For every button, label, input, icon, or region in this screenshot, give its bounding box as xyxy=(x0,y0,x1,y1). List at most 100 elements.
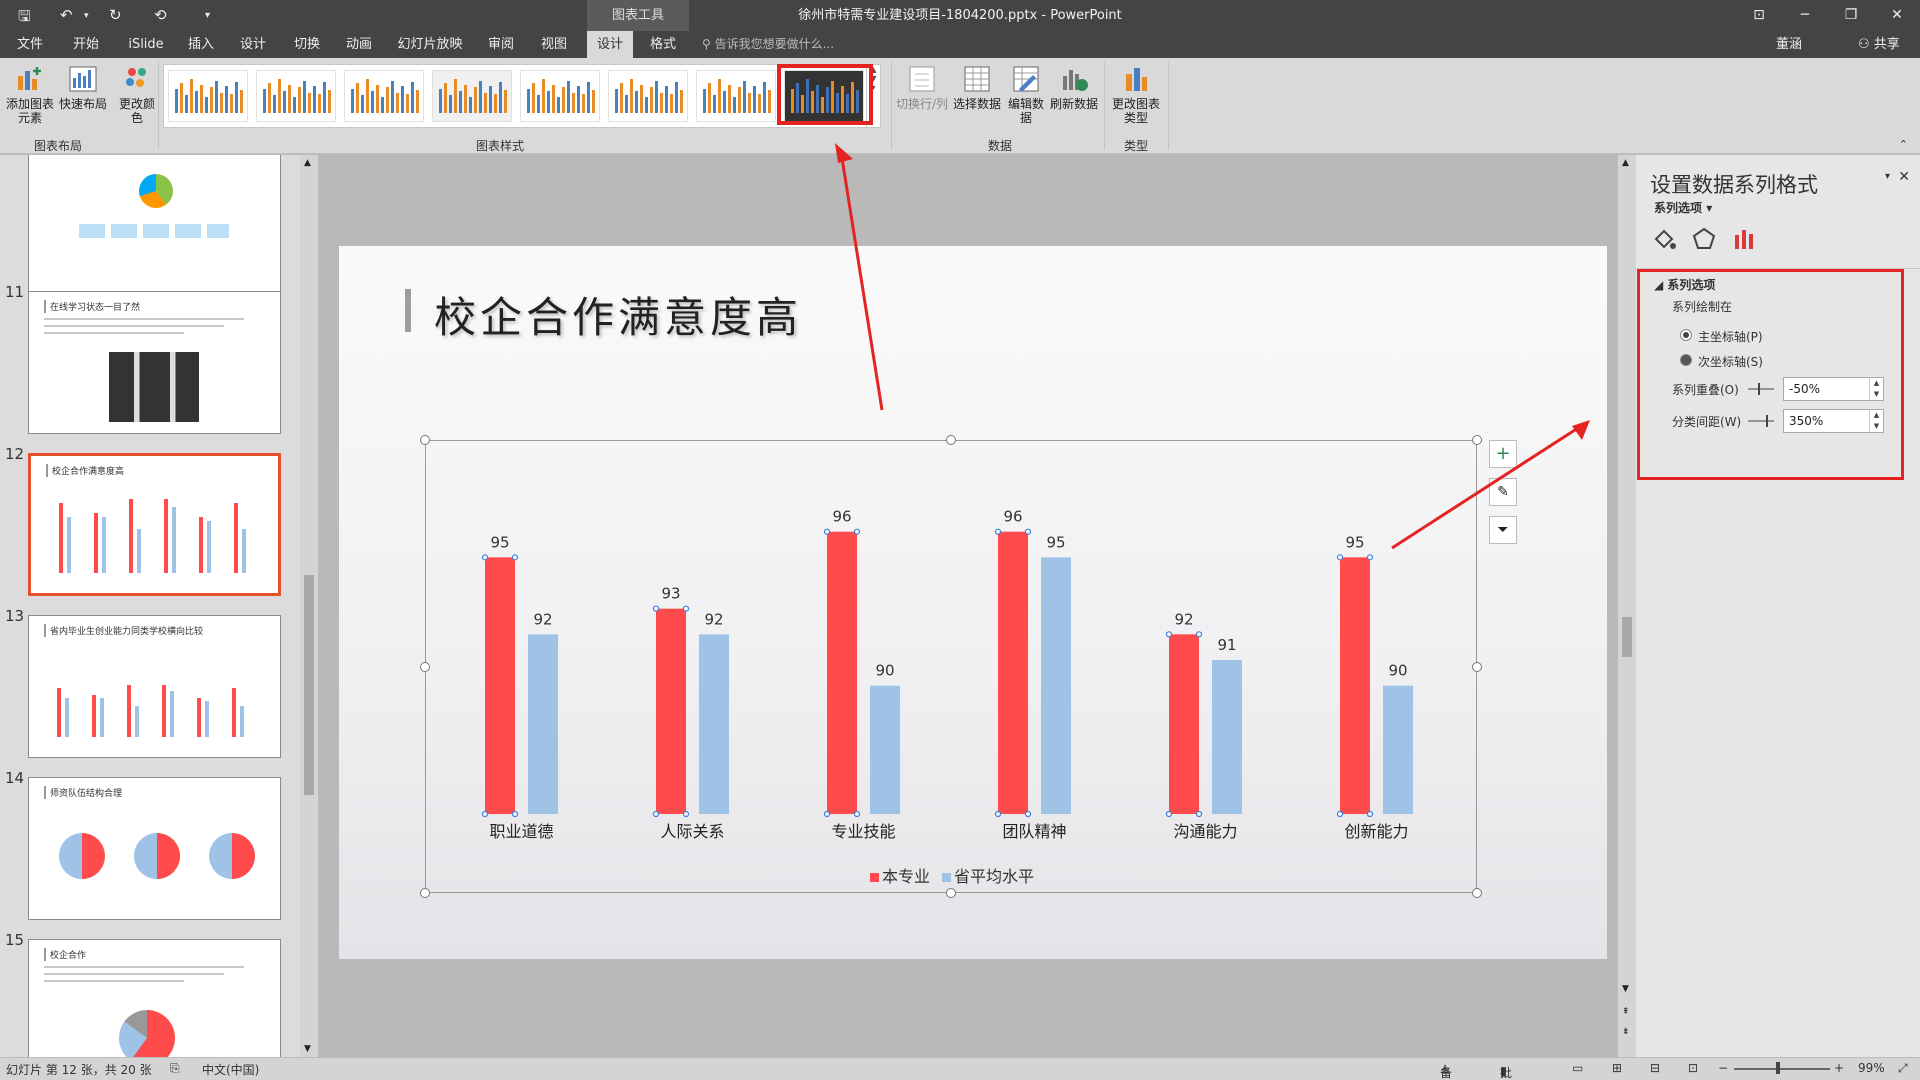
change-colors-button[interactable]: 更改颜色 xyxy=(116,64,158,125)
tab-insert[interactable]: 插入 xyxy=(180,31,222,58)
bar-selection-handle[interactable] xyxy=(652,605,660,612)
tab-home[interactable]: 开始 xyxy=(64,31,108,58)
bar-selection-handle[interactable] xyxy=(1366,554,1374,561)
chart-style-6[interactable] xyxy=(608,70,688,122)
reading-view-icon[interactable]: ⊟ xyxy=(1650,1061,1660,1075)
tab-animations[interactable]: 动画 xyxy=(338,31,380,58)
chart-elements-plus-icon[interactable]: + xyxy=(1489,440,1517,468)
bar-selection-handle[interactable] xyxy=(511,554,519,561)
bar-selection-handle[interactable] xyxy=(481,554,489,561)
user-name[interactable]: 董涵 xyxy=(1776,31,1802,58)
resize-handle[interactable] xyxy=(1472,435,1482,445)
bar-selection-handle[interactable] xyxy=(1195,631,1203,638)
data-label[interactable]: 91 xyxy=(1217,636,1236,654)
collapse-ribbon-icon[interactable]: ⌃ xyxy=(1899,138,1908,151)
thumbnail-scrollbar[interactable]: ▲ ▼ xyxy=(300,155,318,1057)
slide-scroll-thumb[interactable] xyxy=(1622,617,1632,657)
chart-style-2[interactable] xyxy=(256,70,336,122)
redo-icon[interactable]: ↻ xyxy=(109,6,122,24)
data-label[interactable]: 92 xyxy=(1174,610,1193,628)
slide-thumbnail[interactable]: 校企合作满意度高 xyxy=(28,453,281,596)
chart-style-3[interactable] xyxy=(344,70,424,122)
bar-major-4[interactable] xyxy=(1169,634,1199,814)
slide-thumbnail[interactable]: 师资队伍结构合理 xyxy=(28,777,281,920)
zoom-slider[interactable] xyxy=(1734,1068,1830,1070)
bar-selection-handle[interactable] xyxy=(823,528,831,535)
bar-selection-handle[interactable] xyxy=(481,810,489,818)
slide-thumbnail[interactable] xyxy=(28,155,281,296)
pane-close-icon[interactable]: ✕ xyxy=(1898,169,1910,185)
category-label[interactable]: 专业技能 xyxy=(831,822,895,841)
resize-handle[interactable] xyxy=(946,435,956,445)
pane-series-options-dropdown[interactable]: 系列选项 ▾ xyxy=(1654,199,1712,216)
bar-selection-handle[interactable] xyxy=(994,810,1002,818)
quick-layout-button[interactable]: 快速布局 xyxy=(58,64,108,111)
add-chart-element-button[interactable]: 添加图表元素 xyxy=(4,64,56,125)
bar-province-3[interactable] xyxy=(1041,557,1071,814)
bar-province-2[interactable] xyxy=(870,685,900,814)
data-label[interactable]: 95 xyxy=(1345,533,1364,551)
switch-row-column-button[interactable]: 切换行/列 xyxy=(894,64,950,111)
resize-handle[interactable] xyxy=(420,662,430,672)
data-label[interactable]: 95 xyxy=(490,533,509,551)
undo-icon[interactable]: ↶ xyxy=(60,6,73,24)
slide-thumbnail[interactable]: 省内毕业生创业能力同类学校横向比较 xyxy=(28,615,281,758)
thumbnail-scroll-thumb[interactable] xyxy=(304,575,314,795)
resize-handle[interactable] xyxy=(420,888,430,898)
slide-scroll-up-icon[interactable]: ▲ xyxy=(1622,158,1629,168)
edit-data-button[interactable]: 编辑数据 xyxy=(1004,64,1048,125)
zoom-level[interactable]: 99% xyxy=(1858,1061,1885,1075)
bar-selection-handle[interactable] xyxy=(853,528,861,535)
undo-dropdown-icon[interactable]: ▾ xyxy=(84,11,89,21)
slide-scrollbar[interactable]: ▲ ▼ ⇞ ⇟ xyxy=(1618,155,1636,1057)
series-options-bar-icon[interactable] xyxy=(1730,225,1758,253)
next-slide-icon[interactable]: ⇟ xyxy=(1622,1027,1630,1037)
change-chart-type-button[interactable]: 更改图表类型 xyxy=(1108,64,1164,125)
zoom-out-icon[interactable]: − xyxy=(1718,1061,1728,1075)
share-button[interactable]: ⚇ 共享 xyxy=(1858,31,1900,58)
bar-major-5[interactable] xyxy=(1340,557,1370,814)
chart-styles-brush-icon[interactable]: ✎ xyxy=(1489,478,1517,506)
spellcheck-icon[interactable]: ⎘ xyxy=(170,1061,180,1076)
data-label[interactable]: 93 xyxy=(661,585,680,603)
tab-islide[interactable]: iSlide xyxy=(120,31,172,58)
bar-selection-handle[interactable] xyxy=(1024,528,1032,535)
bar-selection-handle[interactable] xyxy=(652,810,660,818)
previous-slide-icon[interactable]: ⇞ xyxy=(1622,1007,1630,1017)
bar-selection-handle[interactable] xyxy=(823,810,831,818)
data-label[interactable]: 96 xyxy=(832,508,851,526)
bar-major-3[interactable] xyxy=(998,531,1028,814)
slide-sorter-icon[interactable]: ⊞ xyxy=(1612,1061,1622,1075)
normal-view-icon[interactable]: ▭ xyxy=(1572,1061,1583,1075)
minimize-button[interactable]: ─ xyxy=(1782,0,1828,31)
language-indicator[interactable]: 中文(中国) xyxy=(202,1061,259,1078)
ribbon-display-icon[interactable]: ⊡ xyxy=(1736,0,1782,31)
fit-to-window-icon[interactable]: ⤢ xyxy=(1898,1061,1908,1076)
tab-file[interactable]: 文件 xyxy=(8,31,52,58)
refresh-data-button[interactable]: 刷新数据 xyxy=(1048,64,1100,111)
slideshow-view-icon[interactable]: ⊡ xyxy=(1688,1061,1698,1075)
bar-province-0[interactable] xyxy=(528,634,558,814)
bar-major-2[interactable] xyxy=(827,531,857,814)
slide-title[interactable]: 校企合作满意度高 xyxy=(434,284,802,345)
chart-style-1[interactable] xyxy=(168,70,248,122)
bar-selection-handle[interactable] xyxy=(1336,810,1344,818)
bar-selection-handle[interactable] xyxy=(1165,810,1173,818)
legend-swatch[interactable] xyxy=(870,873,879,882)
legend-label[interactable]: 省平均水平 xyxy=(954,867,1034,886)
pane-options-icon[interactable]: ▾ xyxy=(1885,171,1890,182)
slide-counter[interactable]: 幻灯片 第 12 张，共 20 张 xyxy=(6,1061,152,1078)
resize-handle[interactable] xyxy=(1472,662,1482,672)
category-label[interactable]: 创新能力 xyxy=(1344,822,1408,841)
slide-thumbnail[interactable]: 在线学习状态一目了然 xyxy=(28,291,281,434)
bar-selection-handle[interactable] xyxy=(1024,810,1032,818)
bar-selection-handle[interactable] xyxy=(1366,810,1374,818)
tab-design[interactable]: 设计 xyxy=(232,31,274,58)
effects-pentagon-icon[interactable] xyxy=(1690,225,1718,253)
zoom-slider-thumb[interactable] xyxy=(1776,1062,1780,1074)
data-label[interactable]: 96 xyxy=(1003,508,1022,526)
bar-selection-handle[interactable] xyxy=(511,810,519,818)
close-button[interactable]: ✕ xyxy=(1874,0,1920,31)
bar-selection-handle[interactable] xyxy=(1195,810,1203,818)
bar-chart[interactable]: 95 92 职业道德 93 92 人际关系 96 90 专业技能 96 95 团队精神 92 91 沟通能力… xyxy=(425,440,1477,893)
